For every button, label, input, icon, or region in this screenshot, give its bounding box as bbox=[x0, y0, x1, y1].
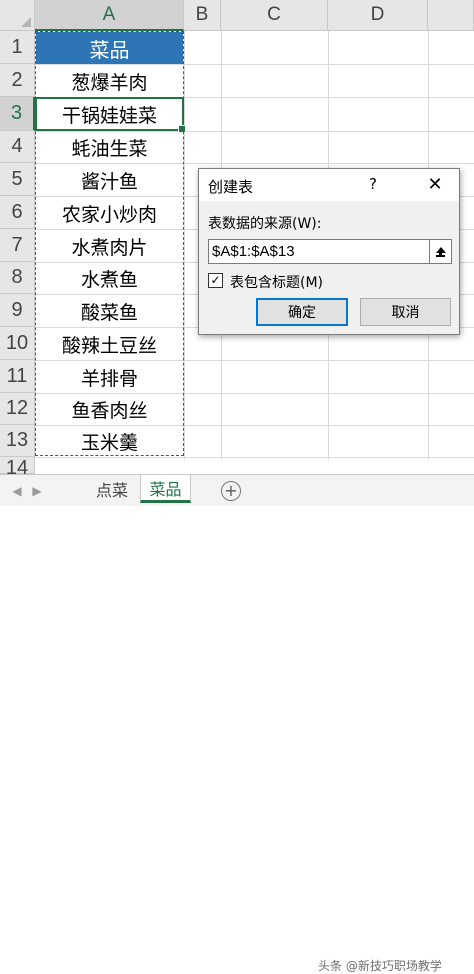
cell-a12[interactable]: 鱼香肉丝 bbox=[36, 393, 183, 425]
close-icon[interactable]: ✕ bbox=[423, 172, 447, 196]
ok-button[interactable]: 确定 bbox=[256, 298, 348, 326]
cell-a5[interactable]: 酱汁鱼 bbox=[36, 164, 183, 196]
row-header-8[interactable]: 8 bbox=[0, 262, 35, 294]
column-header-b[interactable]: B bbox=[184, 0, 221, 31]
column-header-d[interactable]: D bbox=[328, 0, 428, 31]
cell-a13[interactable]: 玉米羹 bbox=[36, 425, 183, 457]
column-header-a[interactable]: A bbox=[35, 0, 184, 31]
arrow-bar bbox=[436, 255, 445, 257]
row-header-3[interactable]: 3 bbox=[0, 97, 35, 131]
row-header-7[interactable]: 7 bbox=[0, 229, 35, 262]
cell-a11[interactable]: 羊排骨 bbox=[36, 361, 183, 393]
row-header-13[interactable]: 13 bbox=[0, 425, 35, 457]
row-header-9[interactable]: 9 bbox=[0, 294, 35, 327]
gridline bbox=[184, 31, 185, 460]
add-sheet-icon[interactable]: + bbox=[221, 481, 241, 501]
dialog-title: 创建表 bbox=[208, 178, 254, 196]
column-header-c[interactable]: C bbox=[221, 0, 328, 31]
source-label: 表数据的来源(W): bbox=[208, 216, 322, 232]
row-header-5[interactable]: 5 bbox=[0, 163, 35, 196]
row-header-4[interactable]: 4 bbox=[0, 131, 35, 163]
sheet-tab-bar: ◀ ▶ 点菜 菜品 + 头条 @新技巧职场教学 bbox=[0, 474, 474, 973]
has-headers-label[interactable]: 表包含标题(M) bbox=[230, 272, 323, 292]
range-input[interactable]: $A$1:$A$13 bbox=[208, 239, 430, 264]
cell-a8[interactable]: 水煮鱼 bbox=[36, 262, 183, 294]
cell-a7[interactable]: 水煮肉片 bbox=[36, 230, 183, 262]
tab-菜品[interactable]: 菜品 bbox=[140, 475, 191, 503]
row-header-1[interactable]: 1 bbox=[0, 31, 35, 64]
column-header-e[interactable] bbox=[428, 0, 474, 31]
row-header-12[interactable]: 12 bbox=[0, 393, 35, 425]
watermark: 头条 @新技巧职场教学 bbox=[318, 959, 442, 973]
cell-a1-header[interactable]: 菜品 bbox=[36, 32, 183, 64]
cell-a10[interactable]: 酸辣土豆丝 bbox=[36, 328, 183, 360]
active-cell-cursor bbox=[35, 97, 186, 133]
has-headers-checkbox[interactable]: ✓ bbox=[208, 273, 223, 288]
create-table-dialog: 创建表 ? ✕ 表数据的来源(W): $A$1:$A$13 ✓ 表包含标题(M)… bbox=[198, 168, 460, 335]
cell-a4[interactable]: 蚝油生菜 bbox=[36, 131, 183, 163]
row-header-14[interactable]: 14 bbox=[0, 457, 35, 479]
cell-a6[interactable]: 农家小炒肉 bbox=[36, 197, 183, 229]
select-all-corner[interactable] bbox=[0, 0, 35, 31]
row-header-11[interactable]: 11 bbox=[0, 360, 35, 393]
dialog-titlebar[interactable]: 创建表 ? ✕ bbox=[199, 169, 459, 201]
tab-点菜[interactable]: 点菜 bbox=[84, 475, 140, 503]
scroll-right-icon[interactable]: ▶ bbox=[30, 483, 44, 499]
row-header-6[interactable]: 6 bbox=[0, 196, 35, 229]
help-icon[interactable]: ? bbox=[369, 175, 377, 193]
gridline bbox=[35, 457, 474, 458]
cell-a9[interactable]: 酸菜鱼 bbox=[36, 295, 183, 327]
row-header-10[interactable]: 10 bbox=[0, 327, 35, 360]
cancel-button[interactable]: 取消 bbox=[360, 298, 451, 326]
row-header-2[interactable]: 2 bbox=[0, 64, 35, 97]
scroll-left-icon[interactable]: ◀ bbox=[10, 483, 24, 499]
collapse-dialog-button[interactable] bbox=[430, 239, 452, 264]
cell-a2[interactable]: 葱爆羊肉 bbox=[36, 65, 183, 97]
